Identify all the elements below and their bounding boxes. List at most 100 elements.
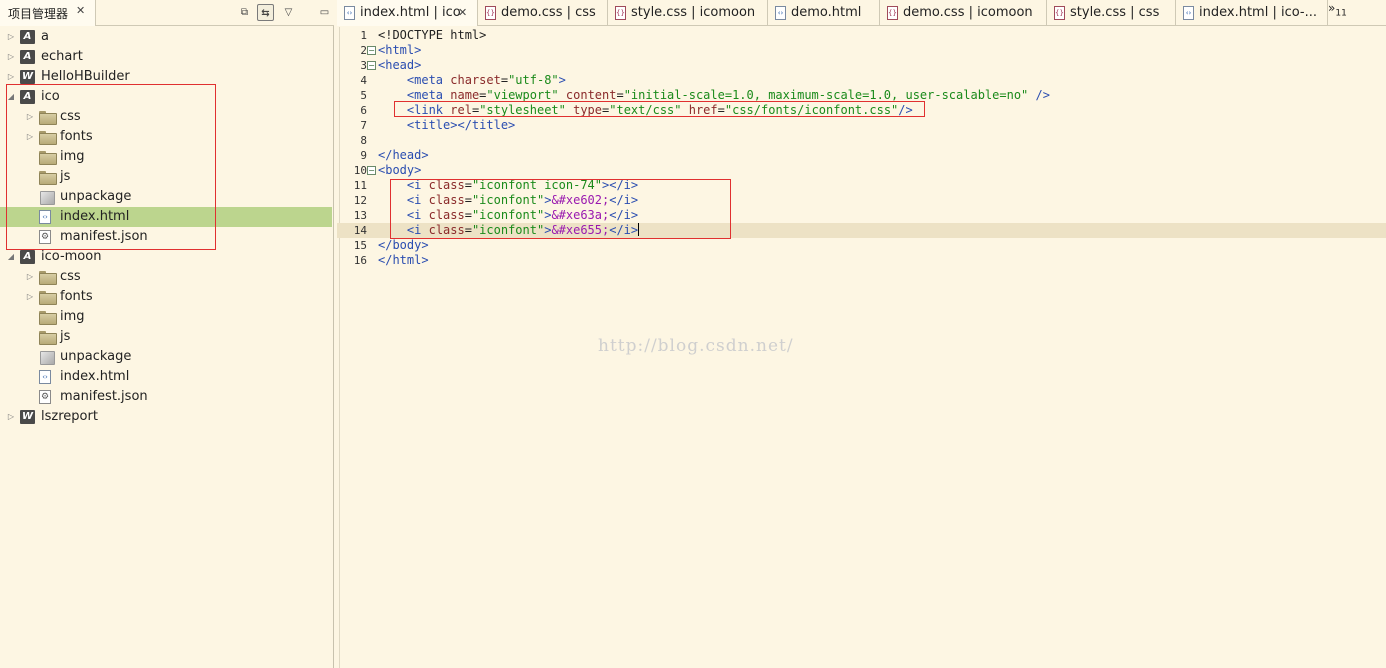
tree-item-css[interactable]: ▷ css [0,267,332,287]
collapsed-arrow-icon[interactable]: ▷ [6,47,16,67]
code-token: <!DOCTYPE html> [378,28,487,42]
collapse-all-icon[interactable]: ⧉ [236,4,253,21]
code-token: > [558,73,566,87]
close-icon[interactable]: ✕ [458,0,467,26]
tree-item-index-html[interactable]: ‹› index.html [0,207,332,227]
text-caret [638,223,640,236]
collapsed-arrow-icon[interactable]: ▷ [6,27,16,47]
collapsed-arrow-icon[interactable]: ▷ [25,287,35,307]
code-editor[interactable]: 1 <!DOCTYPE html> 2− <html> 3− <head> 4 <meta … [337,27,1386,668]
code-token: <i [406,208,429,222]
tree-project-echart[interactable]: ▷ Aechart [0,47,332,67]
tree-item-js[interactable]: js [0,327,332,347]
tab-overflow-button[interactable]: »11 [1328,1,1347,18]
code-line[interactable]: 13 <i class="iconfont">&#xe63a;</i> [337,208,1386,223]
tree-item-js[interactable]: js [0,167,332,187]
editor-tab-label: index.html | ico-... [1199,5,1317,20]
code-line[interactable]: 4 <meta charset="utf-8"> [337,73,1386,88]
close-icon[interactable]: ✕ [76,4,85,17]
code-line[interactable]: 7 <title></title> [337,118,1386,133]
code-text: <title></title> [378,118,515,133]
tab-overflow-count: 11 [1335,8,1347,19]
line-number: 4 [360,74,367,87]
fold-toggle-icon[interactable]: − [367,61,376,70]
code-line[interactable]: 16 </html> [337,253,1386,268]
tree-item-label: lszreport [41,409,98,424]
collapsed-arrow-icon[interactable]: ▷ [25,127,35,147]
collapsed-arrow-icon[interactable]: ▷ [6,407,16,427]
code-line[interactable]: 3− <head> [337,58,1386,73]
tree-project-ico[interactable]: ◢ Aico [0,87,332,107]
tree-item-index-html[interactable]: ‹› index.html [0,367,332,387]
line-number: 14 [353,224,367,237]
code-token: </body> [378,238,429,252]
tree-item-fonts[interactable]: ▷ fonts [0,127,332,147]
code-token: &#xe63a; [551,208,610,222]
css-file-icon: {} [887,6,898,20]
tree-item-unpackage[interactable]: unpackage [0,347,332,367]
code-line[interactable]: 5 <meta name="viewport" content="initial… [337,88,1386,103]
code-line[interactable]: 10− <body> [337,163,1386,178]
editor-tab-3[interactable]: {} style.css | icomoon [608,0,768,26]
tree-item-label: manifest.json [60,229,148,244]
collapsed-arrow-icon[interactable]: ▷ [25,267,35,287]
tree-project-ico-moon[interactable]: ◢ Aico-moon [0,247,332,267]
folder-icon [39,271,57,285]
editor-tab-1[interactable]: ‹› index.html | ico ✕ [337,0,478,26]
code-line[interactable]: 6 <link rel="stylesheet" type="text/css"… [337,103,1386,118]
html-file-icon: ‹› [39,370,51,384]
code-token: </html> [378,253,429,267]
editor-tab-bar: ‹› index.html | ico ✕ {} demo.css | css {} sty… [337,0,1386,26]
tree-item-label: HelloHBuilder [41,69,130,84]
code-text: <meta name="viewport" content="initial-s… [378,88,1050,103]
tree-project-a[interactable]: ▷ Aa [0,27,332,47]
editor-tab-6[interactable]: {} style.css | css [1047,0,1176,26]
code-token: <body> [378,163,422,177]
code-line[interactable]: 11 <i class="iconfont icon-74"></i> [337,178,1386,193]
code-line[interactable]: 12 <i class="iconfont">&#xe602;</i> [337,193,1386,208]
tree-item-img[interactable]: img [0,147,332,167]
minimize-icon[interactable]: ▭ [316,4,333,21]
code-line[interactable]: 8 [337,133,1386,148]
line-number: 13 [353,209,367,222]
tree-item-css[interactable]: ▷ css [0,107,332,127]
link-with-editor-icon[interactable]: ⇆ [257,4,274,21]
collapsed-arrow-icon[interactable]: ▷ [25,107,35,127]
tree-item-manifest-json[interactable]: ⚙ manifest.json [0,387,332,407]
view-menu-icon[interactable]: ▽ [280,4,297,21]
tree-item-unpackage[interactable]: unpackage [0,187,332,207]
tree-item-label: fonts [60,289,93,304]
editor-tab-4[interactable]: ‹› demo.html [768,0,880,26]
fold-toggle-icon[interactable]: − [367,46,376,55]
code-token: href [688,103,718,117]
tree-item-img[interactable]: img [0,307,332,327]
expanded-arrow-icon[interactable]: ◢ [6,87,16,107]
code-line[interactable]: 1 <!DOCTYPE html> [337,28,1386,43]
line-number: 8 [360,134,367,147]
project-explorer-tab[interactable]: 项目管理器 ✕ [0,0,96,26]
line-number: 12 [353,194,367,207]
folder-icon [39,171,57,185]
code-line[interactable]: 15 </body> [337,238,1386,253]
fold-toggle-icon[interactable]: − [367,166,376,175]
code-text: <head> [378,58,421,73]
css-file-icon: {} [615,6,626,20]
editor-tab-5[interactable]: {} demo.css | icomoon [880,0,1047,26]
collapsed-arrow-icon[interactable]: ▷ [6,67,16,87]
code-line[interactable]: 14 <i class="iconfont">&#xe655;</i> [337,223,1386,238]
json-file-icon: ⚙ [39,230,51,244]
line-number: 5 [360,89,367,102]
tree-item-manifest-json[interactable]: ⚙ manifest.json [0,227,332,247]
tree-project-hellohbuilder[interactable]: ▷ W HelloHBuilder [0,67,332,87]
tree-item-label: manifest.json [60,389,148,404]
tree-project-lszreport[interactable]: ▷ Wlszreport [0,407,332,427]
code-line[interactable]: 9 </head> [337,148,1386,163]
editor-tab-7[interactable]: ‹› index.html | ico-... [1176,0,1328,26]
code-line[interactable]: 2− <html> [337,43,1386,58]
line-number: 16 [353,254,367,267]
expanded-arrow-icon[interactable]: ◢ [6,247,16,267]
tree-item-fonts[interactable]: ▷ fonts [0,287,332,307]
editor-tab-2[interactable]: {} demo.css | css [478,0,608,26]
